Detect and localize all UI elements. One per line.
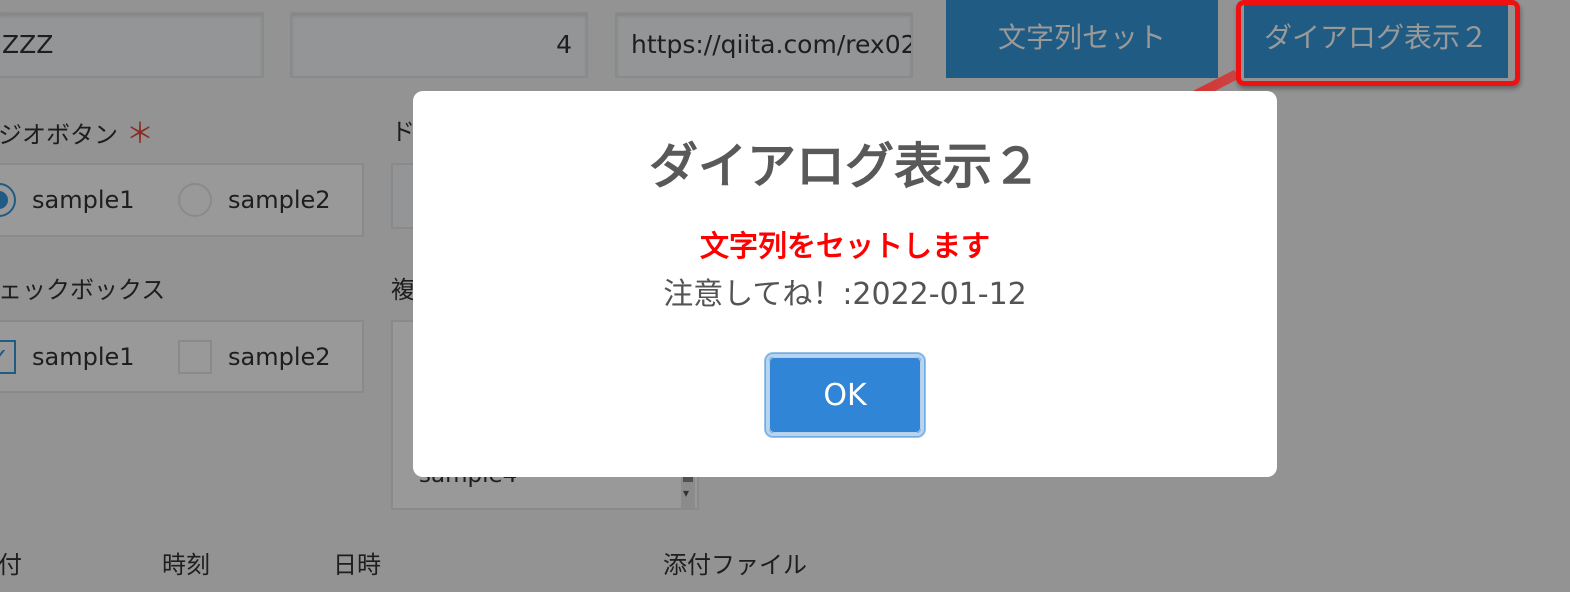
dialog-message-red: 文字列をセットします xyxy=(699,229,990,263)
ok-button[interactable]: OK xyxy=(765,353,925,437)
dialog-message: 注意してね！:2022-01-12 xyxy=(663,277,1027,312)
dialog-title: ダイアログ表示２ xyxy=(648,138,1041,195)
dialog: ダイアログ表示２ 文字列をセットします 注意してね！:2022-01-12 OK xyxy=(413,91,1277,477)
ok-button-label: OK xyxy=(769,357,921,433)
